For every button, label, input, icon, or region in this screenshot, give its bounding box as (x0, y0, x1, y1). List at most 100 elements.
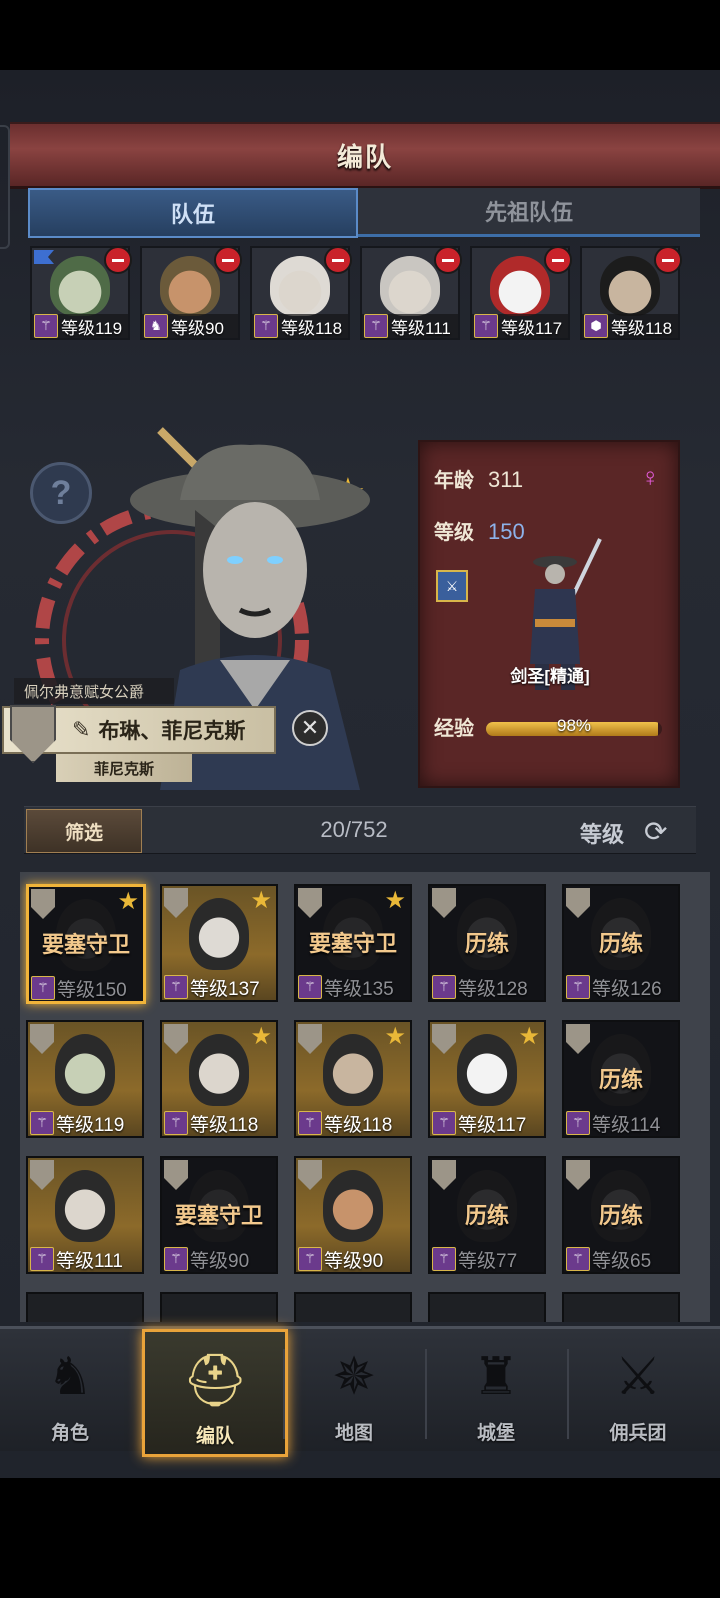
character-level-row: ⚚ 等级90 (162, 1246, 276, 1272)
tab-team[interactable]: 队伍 (28, 188, 358, 238)
rename-pencil-icon[interactable]: ✎ (72, 717, 90, 743)
menu-item[interactable]: ✵ 地图 (284, 1329, 424, 1451)
member-level: 等级117 (501, 318, 563, 338)
remove-member-icon[interactable] (544, 246, 572, 274)
menu-item[interactable]: ⛑ 编队 (142, 1329, 288, 1457)
character-level: 等级118 (190, 1114, 259, 1136)
title-bar: 编队 (10, 122, 720, 189)
crest-shield-icon (30, 1160, 54, 1190)
roster-card-partial[interactable] (428, 1292, 546, 1322)
remove-member-icon[interactable] (324, 246, 352, 274)
class-icon: ⚚ (30, 1111, 54, 1135)
roster-card[interactable]: ★ 要塞守卫 ⚚ 等级135 (294, 884, 412, 1002)
helmet-icon: ⛑ (181, 1351, 248, 1410)
crest-shield-icon (298, 1160, 322, 1190)
tab-ancestor-team[interactable]: 先祖队伍 (358, 188, 700, 237)
team-slot[interactable]: ⚚ 等级118 (250, 246, 352, 340)
sort-label[interactable]: 等级 (580, 817, 624, 849)
team-slot[interactable]: ⚚ 等级111 (360, 246, 462, 340)
character-portrait (189, 1034, 249, 1106)
exp-label: 经验 (434, 718, 474, 740)
help-icon[interactable]: ? (30, 462, 92, 524)
character-level: 等级117 (458, 1114, 527, 1136)
roster-card[interactable]: 历练 ⚚ 等级77 (428, 1156, 546, 1274)
character-level: 等级111 (56, 1250, 123, 1272)
character-status: 历练 (598, 931, 643, 956)
roster-card[interactable]: ⚚ 等级119 (26, 1020, 144, 1138)
team-slot[interactable]: ⚚ 等级119 (30, 246, 132, 340)
roster-card[interactable]: 历练 ⚚ 等级114 (562, 1020, 680, 1138)
knight-icon: ♞ (46, 1348, 94, 1406)
shield-icon: ⬢ (584, 314, 608, 338)
crest-shield-icon (164, 888, 188, 918)
roster-card[interactable]: 历练 ⚚ 等级65 (562, 1156, 680, 1274)
class-name: 剑圣[精通] (510, 667, 590, 686)
hero-name-bar[interactable]: ✎ 布琳、菲尼克斯 (2, 705, 276, 763)
remove-member-icon[interactable] (654, 246, 682, 274)
refresh-sort-icon[interactable]: ⟳ (644, 815, 667, 848)
character-level-row: ⚚ 等级111 (28, 1246, 142, 1272)
roster-card-partial[interactable] (26, 1292, 144, 1322)
remove-member-icon[interactable] (434, 246, 462, 274)
remove-member-icon[interactable] (104, 246, 132, 274)
roster-card[interactable]: ★ ⚚ 等级137 (160, 884, 278, 1002)
roster-card[interactable]: 历练 ⚚ 等级126 (562, 884, 680, 1002)
class-icon: ⚚ (31, 976, 55, 1000)
filter-button[interactable]: 筛选 (26, 809, 142, 853)
character-level-row: ⚚ 等级117 (430, 1110, 544, 1136)
class-icon: ⚚ (432, 975, 456, 999)
roster-card-partial[interactable] (562, 1292, 680, 1322)
crest-shield-icon (30, 1024, 54, 1054)
remove-member-icon[interactable] (214, 246, 242, 274)
member-portrait (380, 256, 440, 316)
roster-card[interactable]: 要塞守卫 ⚚ 等级90 (160, 1156, 278, 1274)
team-slot[interactable]: ⬢ 等级118 (580, 246, 682, 340)
hero-title: 佩尔弗意赋女公爵 (14, 678, 174, 704)
member-portrait (50, 256, 110, 316)
roster-card[interactable]: ★ ⚚ 等级118 (160, 1020, 278, 1138)
character-level: 等级128 (458, 978, 528, 1000)
roster-card-partial[interactable] (160, 1292, 278, 1322)
class-icon: ⚚ (30, 1247, 54, 1271)
character-status: 历练 (464, 1203, 509, 1228)
member-level-row: ⚚ 等级111 (362, 314, 458, 338)
class-icon: ⚚ (566, 975, 590, 999)
member-level: 等级118 (281, 318, 343, 338)
side-drawer-handle[interactable] (0, 125, 10, 249)
character-status: 要塞守卫 (41, 932, 130, 957)
age-row: 年龄 311 (434, 464, 523, 493)
character-portrait (323, 1034, 383, 1106)
menu-item[interactable]: ♜ 城堡 (426, 1329, 566, 1451)
dismiss-hero-button[interactable]: ✕ (292, 710, 328, 746)
hero-house: 菲尼克斯 (56, 754, 192, 782)
team-tabs: 队伍 先祖队伍 (24, 188, 704, 238)
menu-label: 佣兵团 (609, 1423, 667, 1444)
roster-card-partial[interactable] (294, 1292, 412, 1322)
member-level: 等级119 (61, 318, 123, 338)
hero-name: 布琳、菲尼克斯 (98, 720, 246, 743)
menu-item[interactable]: ⚔ 佣兵团 (568, 1329, 708, 1451)
menu-item[interactable]: ♞ 角色 (0, 1329, 140, 1451)
member-level-row: ⬢ 等级118 (582, 314, 678, 338)
character-portrait (55, 1170, 115, 1242)
roster-card[interactable]: ★ ⚚ 等级117 (428, 1020, 546, 1138)
sword-class-icon: ⚔ (436, 570, 468, 602)
team-slot[interactable]: ♞ 等级90 (140, 246, 242, 340)
horse-icon: ♞ (144, 314, 168, 338)
leader-flag-icon (34, 250, 54, 264)
roster-card[interactable]: ★ 要塞守卫 ⚚ 等级150 (26, 884, 146, 1004)
member-level-row: ⚚ 等级117 (472, 314, 568, 338)
team-slot[interactable]: ⚚ 等级117 (470, 246, 572, 340)
character-level: 等级90 (324, 1250, 384, 1272)
character-status: 要塞守卫 (308, 931, 397, 956)
exp-percent: 98% (556, 716, 592, 735)
roster-card[interactable]: ⚚ 等级111 (26, 1156, 144, 1274)
magic-wand-icon: ⚚ (254, 314, 278, 338)
roster-card[interactable]: ★ ⚚ 等级118 (294, 1020, 412, 1138)
mercenary-icon: ⚔ (614, 1348, 662, 1406)
roster-card[interactable]: 历练 ⚚ 等级128 (428, 884, 546, 1002)
roster-card[interactable]: ⚚ 等级90 (294, 1156, 412, 1274)
team-slots: ⚚ 等级119 ♞ 等级90 ⚚ 等级118 ⚚ 等级111 ⚚ 等级117 ⬢ 等级118 (30, 246, 690, 340)
class-icon: ⚚ (566, 1111, 590, 1135)
character-status: 历练 (464, 931, 509, 956)
